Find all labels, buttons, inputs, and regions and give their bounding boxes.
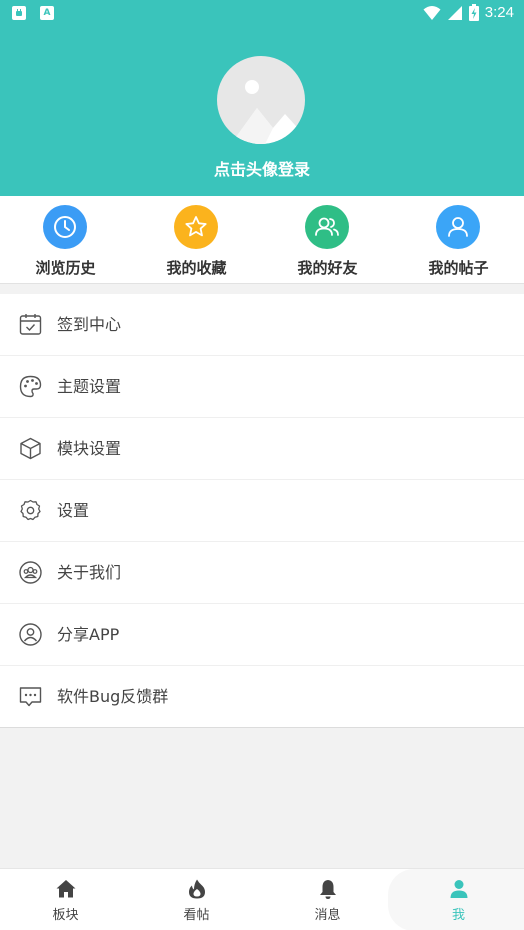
user-circle-icon <box>19 623 42 646</box>
menu-label: 关于我们 <box>57 563 122 582</box>
bottom-nav: 板块 看帖 消息 我 <box>0 868 524 930</box>
menu-label: 主题设置 <box>57 377 122 396</box>
person-icon <box>450 880 468 898</box>
group-icon <box>19 561 42 584</box>
nav-label: 消息 <box>314 908 341 923</box>
nav-tab-me[interactable]: 我 <box>393 869 524 930</box>
menu-item-theme[interactable]: 主题设置 <box>0 356 524 418</box>
shortcut-label: 我的收藏 <box>166 259 227 277</box>
nav-tab-posts[interactable]: 看帖 <box>131 869 262 930</box>
settings-menu: 签到中心 主题设置 模块设置 设置 关于我们 分享APP 软件Bug反馈群 <box>0 294 524 728</box>
friends-icon <box>305 205 349 249</box>
nav-tab-boards[interactable]: 板块 <box>0 869 131 930</box>
status-bar: A 3:24 <box>0 0 524 28</box>
image-placeholder-icon <box>231 80 305 144</box>
nav-label: 板块 <box>52 908 79 923</box>
nav-label: 看帖 <box>183 908 210 923</box>
shortcut-label: 我的帖子 <box>428 259 489 277</box>
cube-icon <box>20 437 41 460</box>
user-icon <box>436 205 480 249</box>
shortcut-friends[interactable]: 我的好友 <box>262 196 393 284</box>
signal-icon <box>447 5 462 20</box>
menu-item-modules[interactable]: 模块设置 <box>0 418 524 480</box>
gear-icon <box>20 499 41 521</box>
menu-item-settings[interactable]: 设置 <box>0 480 524 542</box>
shortcut-history[interactable]: 浏览历史 <box>0 196 131 284</box>
avatar[interactable] <box>217 56 305 144</box>
a-icon: A <box>40 6 54 20</box>
bell-icon <box>320 880 336 899</box>
wifi-icon <box>423 5 441 20</box>
android-icon <box>12 6 26 20</box>
star-icon <box>174 205 218 249</box>
profile-header: A 3:24 点击头像登录 <box>0 0 524 196</box>
battery-icon <box>468 4 479 21</box>
shortcut-label: 浏览历史 <box>35 259 96 277</box>
menu-label: 设置 <box>57 501 90 520</box>
login-prompt[interactable]: 点击头像登录 <box>0 156 524 180</box>
nav-tab-messages[interactable]: 消息 <box>262 869 393 930</box>
shortcut-bar: 浏览历史 我的收藏 我的好友 我的帖子 <box>0 196 524 284</box>
home-icon <box>56 880 76 898</box>
calendar-check-icon <box>19 314 42 335</box>
menu-label: 软件Bug反馈群 <box>57 687 169 706</box>
flame-icon <box>189 879 205 899</box>
menu-label: 分享APP <box>57 625 120 644</box>
shortcut-posts[interactable]: 我的帖子 <box>393 196 524 284</box>
menu-item-checkin[interactable]: 签到中心 <box>0 294 524 356</box>
nav-label: 我 <box>451 908 465 923</box>
shortcut-favorites[interactable]: 我的收藏 <box>131 196 262 284</box>
palette-icon <box>19 375 42 398</box>
menu-item-share[interactable]: 分享APP <box>0 604 524 666</box>
status-time: 3:24 <box>484 4 514 21</box>
menu-label: 模块设置 <box>57 439 122 458</box>
shortcut-label: 我的好友 <box>297 259 358 277</box>
menu-label: 签到中心 <box>57 315 122 334</box>
chat-icon <box>19 687 42 707</box>
menu-item-feedback[interactable]: 软件Bug反馈群 <box>0 666 524 728</box>
clock-icon <box>43 205 87 249</box>
menu-item-about[interactable]: 关于我们 <box>0 542 524 604</box>
